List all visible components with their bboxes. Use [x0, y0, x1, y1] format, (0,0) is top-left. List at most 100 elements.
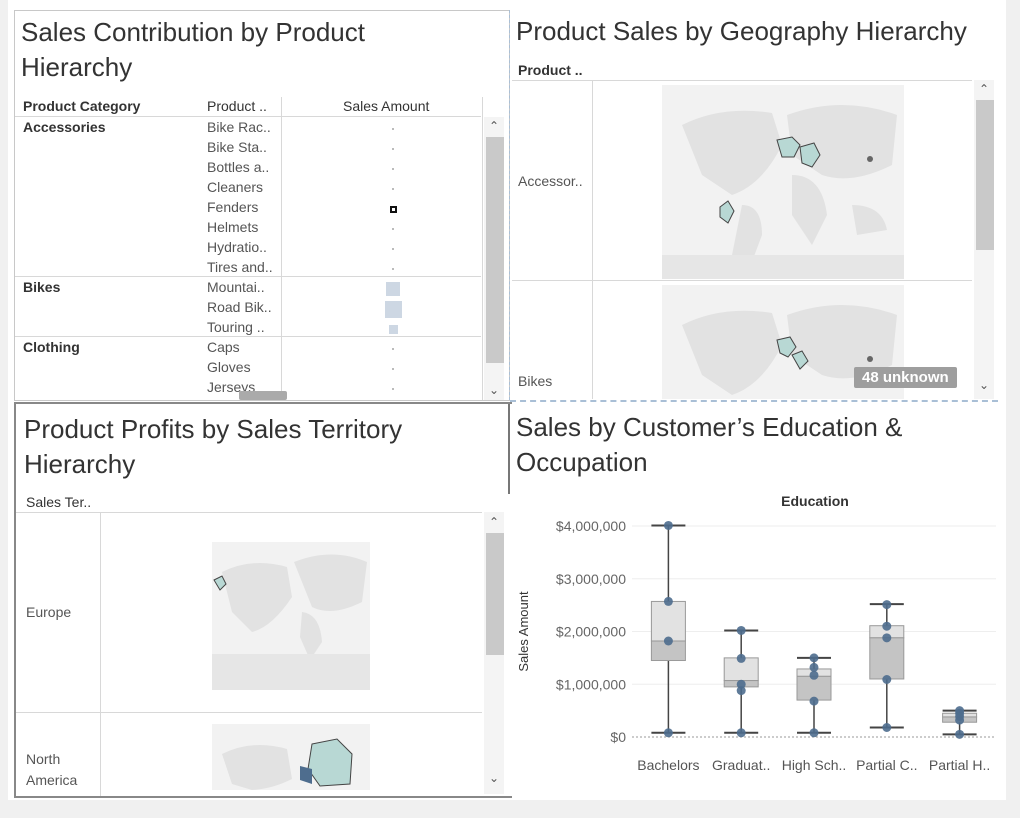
- product-item[interactable]: Bottles a..: [207, 159, 269, 175]
- sales-contribution-pane[interactable]: Sales Contribution by Product Hierarchy …: [14, 10, 510, 401]
- data-point[interactable]: [736, 679, 746, 689]
- world-map-europe[interactable]: [212, 542, 370, 690]
- data-point[interactable]: [809, 653, 819, 663]
- world-map-accessories[interactable]: [662, 85, 904, 279]
- sales-territory-pane[interactable]: Product Profits by Sales Territory Hiera…: [14, 402, 512, 798]
- column-header-sales-amount[interactable]: Sales Amount: [343, 98, 429, 114]
- sales-amount-mark[interactable]: [384, 300, 402, 318]
- sales-amount-mark[interactable]: [392, 348, 394, 350]
- category-label-clothing: Clothing: [23, 339, 80, 355]
- pane-title-line2: Occupation: [516, 447, 648, 477]
- data-point[interactable]: [882, 621, 892, 631]
- unknown-locations-badge[interactable]: 48 unknown: [854, 367, 957, 388]
- sales-amount-mark[interactable]: [392, 168, 394, 170]
- scrollbar-thumb[interactable]: [486, 533, 504, 655]
- product-item[interactable]: Caps: [207, 339, 240, 355]
- scroll-down-arrow-icon[interactable]: ⌄: [487, 771, 501, 785]
- box-upper[interactable]: [650, 600, 686, 642]
- data-point[interactable]: [663, 596, 673, 606]
- scrollbar-thumb[interactable]: [976, 100, 994, 250]
- y-tick-label: $0: [610, 729, 626, 745]
- box-lower[interactable]: [796, 675, 832, 701]
- product-item[interactable]: Bike Sta..: [207, 139, 267, 155]
- data-point[interactable]: [882, 600, 892, 610]
- data-point[interactable]: [882, 633, 892, 643]
- pane-title-line2: Hierarchy: [24, 449, 136, 479]
- sales-amount-mark[interactable]: [392, 188, 394, 190]
- data-point[interactable]: [663, 636, 673, 646]
- scroll-up-arrow-icon[interactable]: ⌃: [487, 119, 501, 133]
- sales-amount-mark[interactable]: [389, 205, 397, 213]
- row-label-north: North: [26, 751, 61, 767]
- pane-title: Sales Contribution by Product: [21, 17, 365, 47]
- product-item[interactable]: Touring ..: [207, 319, 265, 335]
- chart-column-header[interactable]: Education: [781, 493, 849, 509]
- sales-amount-mark[interactable]: [386, 282, 400, 296]
- product-item[interactable]: Mountai..: [207, 279, 265, 295]
- resize-handle[interactable]: [239, 391, 287, 400]
- x-tick-label: High Sch..: [782, 757, 847, 773]
- x-tick-label: Graduat..: [712, 757, 770, 773]
- x-tick-label: Bachelors: [637, 757, 699, 773]
- scrollbar-thumb[interactable]: [486, 137, 504, 363]
- sales-amount-mark[interactable]: [392, 248, 394, 250]
- scroll-up-arrow-icon[interactable]: ⌃: [487, 515, 501, 529]
- data-point[interactable]: [955, 729, 965, 739]
- sales-amount-mark[interactable]: [392, 268, 394, 270]
- column-divider: [592, 80, 593, 399]
- sales-amount-mark[interactable]: [392, 368, 394, 370]
- column-header-product-category[interactable]: Product Category: [23, 98, 140, 114]
- row-divider: [512, 280, 972, 281]
- sales-amount-mark[interactable]: [392, 128, 394, 130]
- sales-amount-mark[interactable]: [388, 324, 398, 334]
- y-axis-label: Sales Amount: [516, 591, 531, 672]
- row-header-product[interactable]: Product ..: [518, 62, 583, 78]
- pane-divider-vertical: [509, 10, 510, 400]
- row-header-sales-territory[interactable]: Sales Ter..: [26, 494, 91, 510]
- product-item[interactable]: Bike Rac..: [207, 119, 271, 135]
- column-divider: [281, 97, 282, 400]
- scroll-down-arrow-icon[interactable]: ⌄: [977, 378, 991, 392]
- data-point[interactable]: [882, 675, 892, 685]
- group-divider: [15, 336, 481, 337]
- product-item[interactable]: Road Bik..: [207, 299, 272, 315]
- y-tick-label: $3,000,000: [556, 571, 626, 587]
- category-label-accessories: Accessories: [23, 119, 106, 135]
- product-item[interactable]: Tires and..: [207, 259, 273, 275]
- data-point[interactable]: [736, 728, 746, 738]
- product-item[interactable]: Hydratio..: [207, 239, 267, 255]
- data-point[interactable]: [809, 670, 819, 680]
- sales-amount-mark[interactable]: [392, 388, 394, 390]
- scroll-up-arrow-icon[interactable]: ⌃: [977, 82, 991, 96]
- education-occupation-pane[interactable]: Sales by Customer’s Education & Occupati…: [510, 404, 998, 796]
- data-point[interactable]: [809, 696, 819, 706]
- product-item[interactable]: Gloves: [207, 359, 251, 375]
- data-point[interactable]: [736, 653, 746, 663]
- world-map-north-america[interactable]: [212, 724, 370, 790]
- data-point[interactable]: [663, 728, 673, 738]
- column-divider: [100, 512, 101, 796]
- data-point[interactable]: [955, 706, 965, 716]
- row-label-accessories: Accessor..: [518, 173, 583, 189]
- x-tick-label: Partial C..: [856, 757, 917, 773]
- education-boxplot-chart: Education Sales Amount $0 $1,000,000 $2,000,…: [516, 493, 996, 773]
- data-point[interactable]: [736, 625, 746, 635]
- data-point[interactable]: [882, 723, 892, 733]
- scroll-down-arrow-icon[interactable]: ⌄: [487, 383, 501, 397]
- header-divider: [512, 80, 972, 81]
- column-divider-right: [482, 97, 483, 400]
- geography-pane[interactable]: Product Sales by Geography Hierarchy Pro…: [512, 10, 998, 399]
- data-point[interactable]: [809, 662, 819, 672]
- product-item[interactable]: Cleaners: [207, 179, 263, 195]
- box-lower[interactable]: [869, 637, 905, 680]
- product-item[interactable]: Helmets: [207, 219, 258, 235]
- row-label-bikes: Bikes: [518, 373, 553, 389]
- column-header-product[interactable]: Product ..: [207, 98, 267, 114]
- header-divider: [16, 512, 482, 513]
- sales-amount-mark[interactable]: [392, 148, 394, 150]
- pane-title: Product Profits by Sales Territory: [24, 414, 403, 444]
- data-point[interactable]: [809, 728, 819, 738]
- data-point[interactable]: [663, 520, 673, 530]
- product-item[interactable]: Fenders: [207, 199, 258, 215]
- sales-amount-mark[interactable]: [392, 228, 394, 230]
